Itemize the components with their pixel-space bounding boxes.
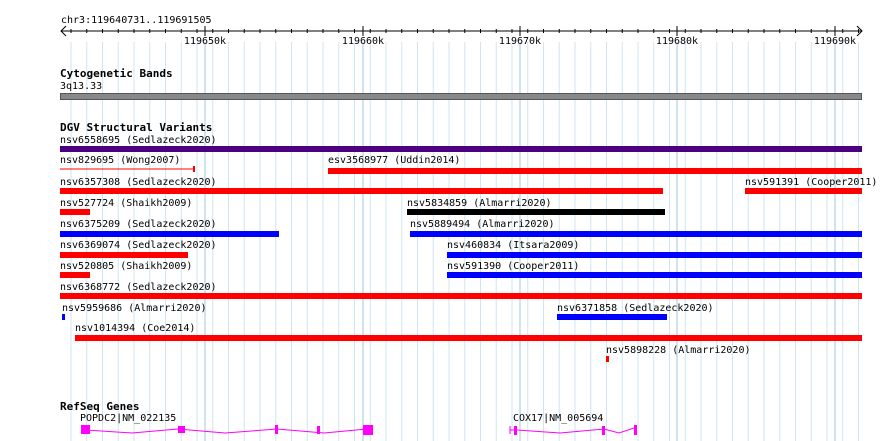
dgv-track-title: DGV Structural Variants: [60, 121, 213, 134]
variant-label: nsv6369074 (Sedlazeck2020): [60, 240, 217, 251]
tick-label: 119670k: [498, 36, 542, 47]
variant-label: nsv460834 (Itsara2009): [447, 240, 580, 251]
refseq-track-title: RefSeq Genes: [60, 400, 140, 413]
variant-label: nsv6371858 (Sedlazeck2020): [557, 303, 714, 314]
variant-label: nsv6558695 (Sedlazeck2020): [60, 135, 217, 146]
variant-bar[interactable]: [557, 314, 667, 320]
variant-bar[interactable]: [60, 293, 862, 299]
variant-bar[interactable]: [60, 231, 279, 237]
variant-label: nsv5889494 (Almarri2020): [410, 219, 555, 230]
variant-bar[interactable]: [60, 209, 90, 215]
variant-label: nsv5834859 (Almarri2020): [407, 198, 552, 209]
tick-label: 119680k: [655, 36, 699, 47]
variant-label: nsv1014394 (Coe2014): [75, 323, 196, 334]
variant-bar[interactable]: [447, 272, 862, 278]
variant-label: nsv6368772 (Sedlazeck2020): [60, 282, 217, 293]
tick-label: 119650k: [183, 36, 227, 47]
variant-bar[interactable]: [447, 252, 862, 258]
variant-bar[interactable]: [60, 165, 196, 173]
gene-models[interactable]: [0, 422, 890, 438]
gene-cox17: [509, 425, 637, 435]
cytoband-bar[interactable]: [60, 93, 862, 100]
variant-bar[interactable]: [62, 314, 65, 320]
variant-bar[interactable]: [60, 252, 188, 258]
variant-label: nsv5959686 (Almarri2020): [62, 303, 207, 314]
variant-bar[interactable]: [60, 146, 862, 152]
variant-bar[interactable]: [407, 209, 665, 215]
variant-label: nsv6357308 (Sedlazeck2020): [60, 177, 217, 188]
tick-label: 119660k: [341, 36, 385, 47]
tick-label: 119690k: [813, 36, 857, 47]
variant-bar[interactable]: [410, 231, 862, 237]
variant-bar[interactable]: [745, 188, 862, 194]
variant-label: nsv520805 (Shaikh2009): [60, 261, 193, 272]
gene-popdc2: [81, 425, 373, 435]
ruler-axis[interactable]: [0, 24, 890, 40]
variant-label: esv3568977 (Uddin2014): [328, 155, 461, 166]
variant-bar[interactable]: [328, 168, 862, 174]
variant-bar[interactable]: [75, 335, 862, 341]
variant-label: nsv527724 (Shaikh2009): [60, 198, 193, 209]
variant-bar[interactable]: [606, 356, 609, 362]
variant-label: nsv591390 (Cooper2011): [447, 261, 580, 272]
variant-bar[interactable]: [60, 272, 90, 278]
variant-label: nsv5898228 (Almarri2020): [606, 345, 751, 356]
variant-label: nsv6375209 (Sedlazeck2020): [60, 219, 217, 230]
variant-label: nsv591391 (Cooper2011): [745, 177, 878, 188]
cytoband-track-title: Cytogenetic Bands: [60, 67, 173, 80]
variant-bar[interactable]: [60, 188, 663, 194]
cytoband-label: 3q13.33: [60, 81, 103, 92]
